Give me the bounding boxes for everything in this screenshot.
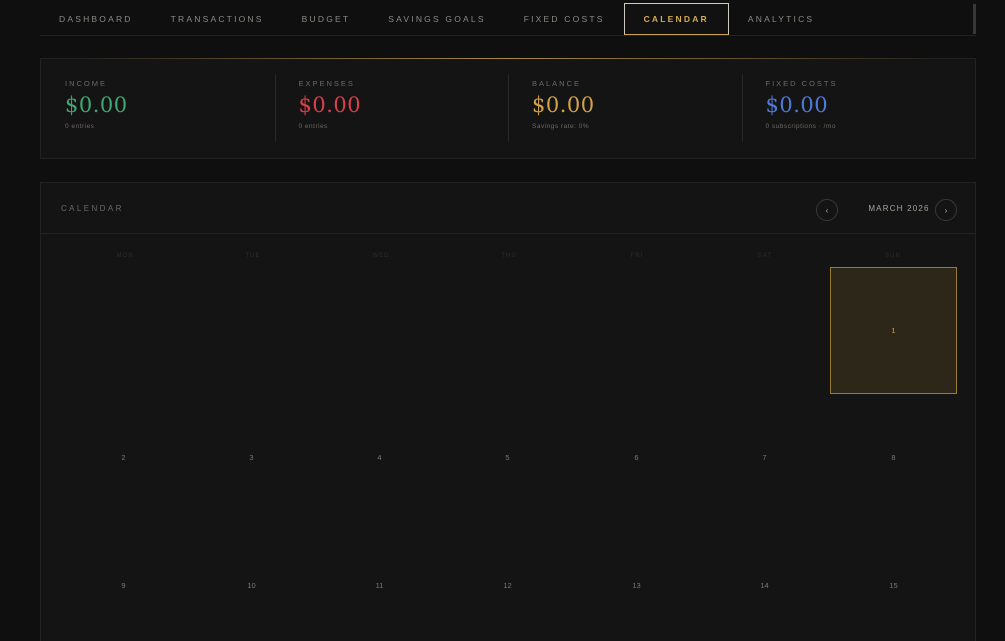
- weekday-label: WED: [372, 253, 390, 259]
- main-nav: DASHBOARD TRANSACTIONS BUDGET SAVINGS GO…: [40, 0, 976, 36]
- fixed-costs-label: FIXED COSTS: [765, 79, 838, 88]
- chevron-right-icon: ›: [944, 205, 948, 215]
- weekday-header: MON TUE WED THU FRI SAT SUN: [61, 253, 957, 259]
- weekday-label: SUN: [885, 253, 901, 259]
- calendar-day[interactable]: 3: [188, 395, 315, 522]
- fixed-costs-value: $0.00: [765, 93, 829, 117]
- income-sub: 0 entries: [65, 123, 95, 130]
- tab-fixed-costs[interactable]: FIXED COSTS: [505, 3, 624, 35]
- fixed-costs-sub: 0 subscriptions · /mo: [765, 123, 836, 130]
- income-stat: INCOME $0.00 0 entries: [41, 59, 275, 158]
- summary-panel: INCOME $0.00 0 entries EXPENSES $0.00 0 …: [40, 58, 976, 159]
- weekday-label: FRI: [630, 253, 644, 259]
- tab-savings-goals[interactable]: SAVINGS GOALS: [369, 3, 504, 35]
- calendar-day[interactable]: 5: [444, 395, 571, 522]
- calendar-day[interactable]: 12: [444, 523, 571, 641]
- fixed-costs-stat: FIXED COSTS $0.00 0 subscriptions · /mo: [741, 59, 976, 158]
- tab-dashboard[interactable]: DASHBOARD: [40, 3, 152, 35]
- balance-stat: BALANCE $0.00 Savings rate: 0%: [508, 59, 742, 158]
- calendar-day[interactable]: 8: [830, 395, 957, 522]
- tab-analytics[interactable]: ANALYTICS: [729, 3, 833, 35]
- current-month-label: MARCH 2026: [868, 204, 930, 213]
- balance-value: $0.00: [532, 93, 595, 117]
- expenses-sub: 0 entries: [298, 123, 328, 130]
- income-value: $0.00: [65, 93, 128, 117]
- weekday-label: MON: [116, 253, 134, 259]
- weekday-label: SAT: [757, 253, 773, 259]
- calendar-day-today[interactable]: 1: [830, 267, 957, 394]
- calendar-panel: CALENDAR ‹ MARCH 2026 › MON TUE WED THU …: [40, 182, 976, 641]
- tab-budget[interactable]: BUDGET: [283, 3, 370, 35]
- expenses-value: $0.00: [298, 93, 362, 117]
- weekday-label: THU: [501, 253, 517, 259]
- balance-label: BALANCE: [532, 79, 582, 88]
- tab-calendar[interactable]: CALENDAR: [623, 3, 729, 35]
- tab-transactions[interactable]: TRANSACTIONS: [152, 3, 283, 35]
- expenses-stat: EXPENSES $0.00 0 entries: [274, 59, 509, 158]
- calendar-day[interactable]: 10: [188, 523, 315, 641]
- prev-month-button[interactable]: ‹: [816, 199, 838, 221]
- expenses-label: EXPENSES: [298, 79, 355, 88]
- income-label: INCOME: [65, 79, 107, 88]
- calendar-day[interactable]: 14: [701, 523, 828, 641]
- calendar-header: CALENDAR ‹ MARCH 2026 ›: [41, 183, 975, 234]
- calendar-day[interactable]: 13: [573, 523, 700, 641]
- calendar-day[interactable]: 6: [573, 395, 700, 522]
- calendar-day[interactable]: 2: [60, 395, 187, 522]
- balance-sub: Savings rate: 0%: [532, 123, 590, 130]
- weekday-label: TUE: [245, 253, 261, 259]
- chevron-left-icon: ‹: [825, 205, 829, 215]
- calendar-title: CALENDAR: [61, 204, 124, 213]
- nav-scroll-indicator: [973, 4, 976, 34]
- calendar-day[interactable]: 15: [830, 523, 957, 641]
- calendar-day[interactable]: 9: [60, 523, 187, 641]
- calendar-day[interactable]: 11: [316, 523, 443, 641]
- calendar-day[interactable]: 4: [316, 395, 443, 522]
- next-month-button[interactable]: ›: [935, 199, 957, 221]
- calendar-day[interactable]: 7: [701, 395, 828, 522]
